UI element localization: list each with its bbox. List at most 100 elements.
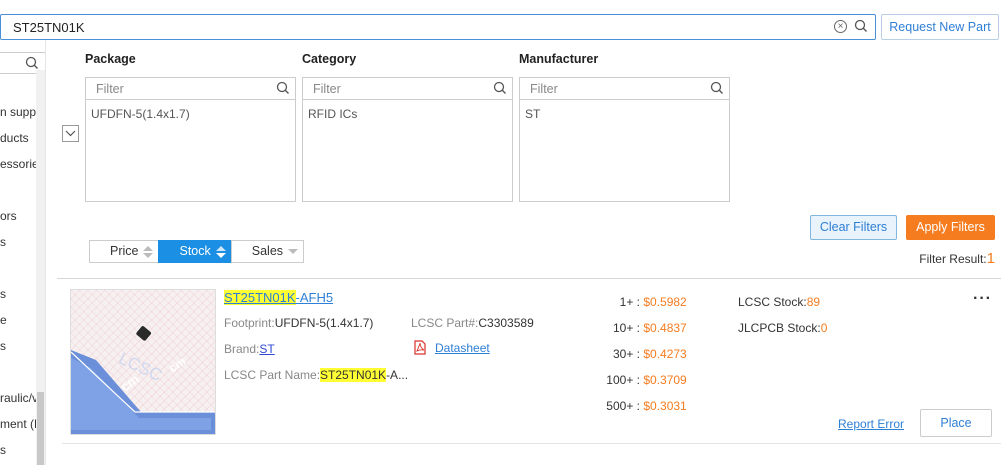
price-tier: 1+ : $0.5982 <box>590 295 690 309</box>
datasheet-label[interactable]: Datasheet <box>435 341 490 355</box>
lcsc-stock: LCSC Stock:89 <box>738 295 820 309</box>
package-filter: Package Filter UFDFN-5(1.4x1.7) <box>85 52 296 202</box>
name-suffix: -AFH5 <box>295 290 334 305</box>
clear-filters-button[interactable]: Clear Filters <box>810 215 897 240</box>
part-value: C3303589 <box>478 316 534 330</box>
price-qty: 10+ : <box>612 321 640 335</box>
filter-placeholder: Filter <box>530 82 558 96</box>
lcsc-stock-value: 89 <box>806 295 821 309</box>
sort-arrows-icon <box>142 245 154 259</box>
lcsc-part-name: LCSC Part Name:ST25TN01K-A... <box>224 368 408 382</box>
request-new-part-button[interactable]: Request New Part <box>881 14 999 40</box>
brand: Brand:ST <box>224 342 275 356</box>
sort-price-tab[interactable]: Price <box>89 240 159 263</box>
search-icon[interactable] <box>493 81 507 98</box>
sidebar-item[interactable]: e <box>0 313 7 327</box>
sidebar-item[interactable]: s <box>0 287 6 301</box>
sidebar-item[interactable]: ors <box>0 209 17 223</box>
price-tier: 100+ : $0.3709 <box>590 373 690 387</box>
manufacturer-filter: Manufacturer Filter ST <box>519 52 730 202</box>
footprint-value: UFDFN-5(1.4x1.7) <box>274 316 374 330</box>
price-value: $0.3031 <box>643 399 687 413</box>
sidebar-item[interactable]: s <box>0 235 6 249</box>
filter-title: Package <box>85 52 136 66</box>
product-name-link[interactable]: ST25TN01K-AFH5 <box>224 290 333 305</box>
more-options-icon[interactable]: ··· <box>973 290 992 308</box>
filter-result-count: 1 <box>986 250 995 267</box>
divider <box>57 278 1001 279</box>
price-value: $0.5982 <box>643 295 687 309</box>
sidebar-item[interactable]: raulic/v <box>0 391 38 405</box>
sort-tab-label: Sales <box>251 244 284 258</box>
brand-label: Brand: <box>224 342 260 356</box>
sort-tab-label: Price <box>110 244 139 258</box>
price-qty: 100+ : <box>606 373 640 387</box>
filter-placeholder: Filter <box>96 82 124 96</box>
filter-option[interactable]: ST <box>525 107 540 121</box>
sidebar-item[interactable]: ducts <box>0 131 29 145</box>
manufacturer-filter-input[interactable]: Filter <box>520 78 729 100</box>
sidebar-scrollbar[interactable] <box>36 70 45 465</box>
search-input[interactable]: ST25TN01K × <box>0 14 876 40</box>
price-tier: 10+ : $0.4837 <box>590 321 690 335</box>
category-sidebar: n suppl ducts essorie ors s s e s raulic… <box>0 40 46 465</box>
filter-option[interactable]: UFDFN-5(1.4x1.7) <box>91 107 190 121</box>
footprint: Footprint:UFDFN-5(1.4x1.7) <box>224 316 373 330</box>
filter-title: Category <box>302 52 357 66</box>
search-icon[interactable] <box>854 19 868 36</box>
search-value[interactable]: ST25TN01K <box>13 20 85 35</box>
price-tier: 30+ : $0.4273 <box>590 347 690 361</box>
report-error-link[interactable]: Report Error <box>838 417 904 431</box>
filter-result: Filter Result:1 <box>919 250 995 267</box>
category-filter-input[interactable]: Filter <box>303 78 512 100</box>
price-value: $0.3709 <box>643 373 687 387</box>
price-qty: 500+ : <box>606 399 640 413</box>
divider <box>62 443 1001 444</box>
sort-sales-tab[interactable]: Sales <box>230 240 305 263</box>
part-label: LCSC Part#: <box>411 316 479 330</box>
price-qty: 30+ : <box>612 347 640 361</box>
sidebar-item[interactable]: essorie <box>0 157 39 171</box>
name-highlight: ST25TN01K <box>224 290 296 305</box>
filter-box: Filter ST <box>519 77 730 202</box>
filter-box: Filter RFID ICs <box>302 77 513 202</box>
lcsc-name-suffix: -A... <box>386 368 409 382</box>
footprint-label: Footprint: <box>224 316 275 330</box>
sort-tab-label: Stock <box>179 244 211 258</box>
lcsc-part-number: LCSC Part#:C3303589 <box>411 316 534 330</box>
search-icon[interactable] <box>276 81 290 98</box>
price-value: $0.4273 <box>643 347 687 361</box>
datasheet-link[interactable]: Datasheet <box>413 340 490 355</box>
filter-placeholder: Filter <box>313 82 341 96</box>
clear-search-icon[interactable]: × <box>834 20 847 33</box>
chevron-down-icon <box>65 130 76 137</box>
product-image[interactable]: LCSC cm cm <box>70 289 216 435</box>
category-filter: Category Filter RFID ICs <box>302 52 513 202</box>
sidebar-item[interactable]: s <box>0 443 6 457</box>
search-icon[interactable] <box>710 81 724 98</box>
place-button[interactable]: Place <box>920 409 992 437</box>
jlcpcb-stock: JLCPCB Stock:0 <box>738 321 827 335</box>
price-value: $0.4837 <box>643 321 687 335</box>
sidebar-item[interactable]: s <box>0 339 6 353</box>
filter-title: Manufacturer <box>519 52 599 66</box>
lcsc-name-highlight: ST25TN01K <box>320 368 387 382</box>
lcsc-stock-label: LCSC Stock: <box>738 295 807 309</box>
package-filter-input[interactable]: Filter <box>86 78 295 100</box>
jlc-stock-value: 0 <box>820 321 828 335</box>
price-qty: 1+ : <box>619 295 640 309</box>
lcsc-name-label: LCSC Part Name: <box>224 368 321 382</box>
sort-stock-tab[interactable]: Stock <box>158 240 231 263</box>
sort-tabs: Price Stock Sales <box>89 240 305 263</box>
filter-box: Filter UFDFN-5(1.4x1.7) <box>85 77 296 202</box>
apply-filters-button[interactable]: Apply Filters <box>906 215 995 240</box>
pdf-icon <box>414 340 426 355</box>
brand-link[interactable]: ST <box>259 342 274 356</box>
price-tier: 500+ : $0.3031 <box>590 399 690 413</box>
filter-option[interactable]: RFID ICs <box>308 107 357 121</box>
expand-filters-button[interactable] <box>62 125 79 142</box>
sidebar-item[interactable]: n suppl <box>0 105 39 119</box>
jlc-stock-label: JLCPCB Stock: <box>738 321 821 335</box>
scrollbar-thumb[interactable] <box>37 392 44 465</box>
filter-result-label: Filter Result: <box>919 252 987 266</box>
